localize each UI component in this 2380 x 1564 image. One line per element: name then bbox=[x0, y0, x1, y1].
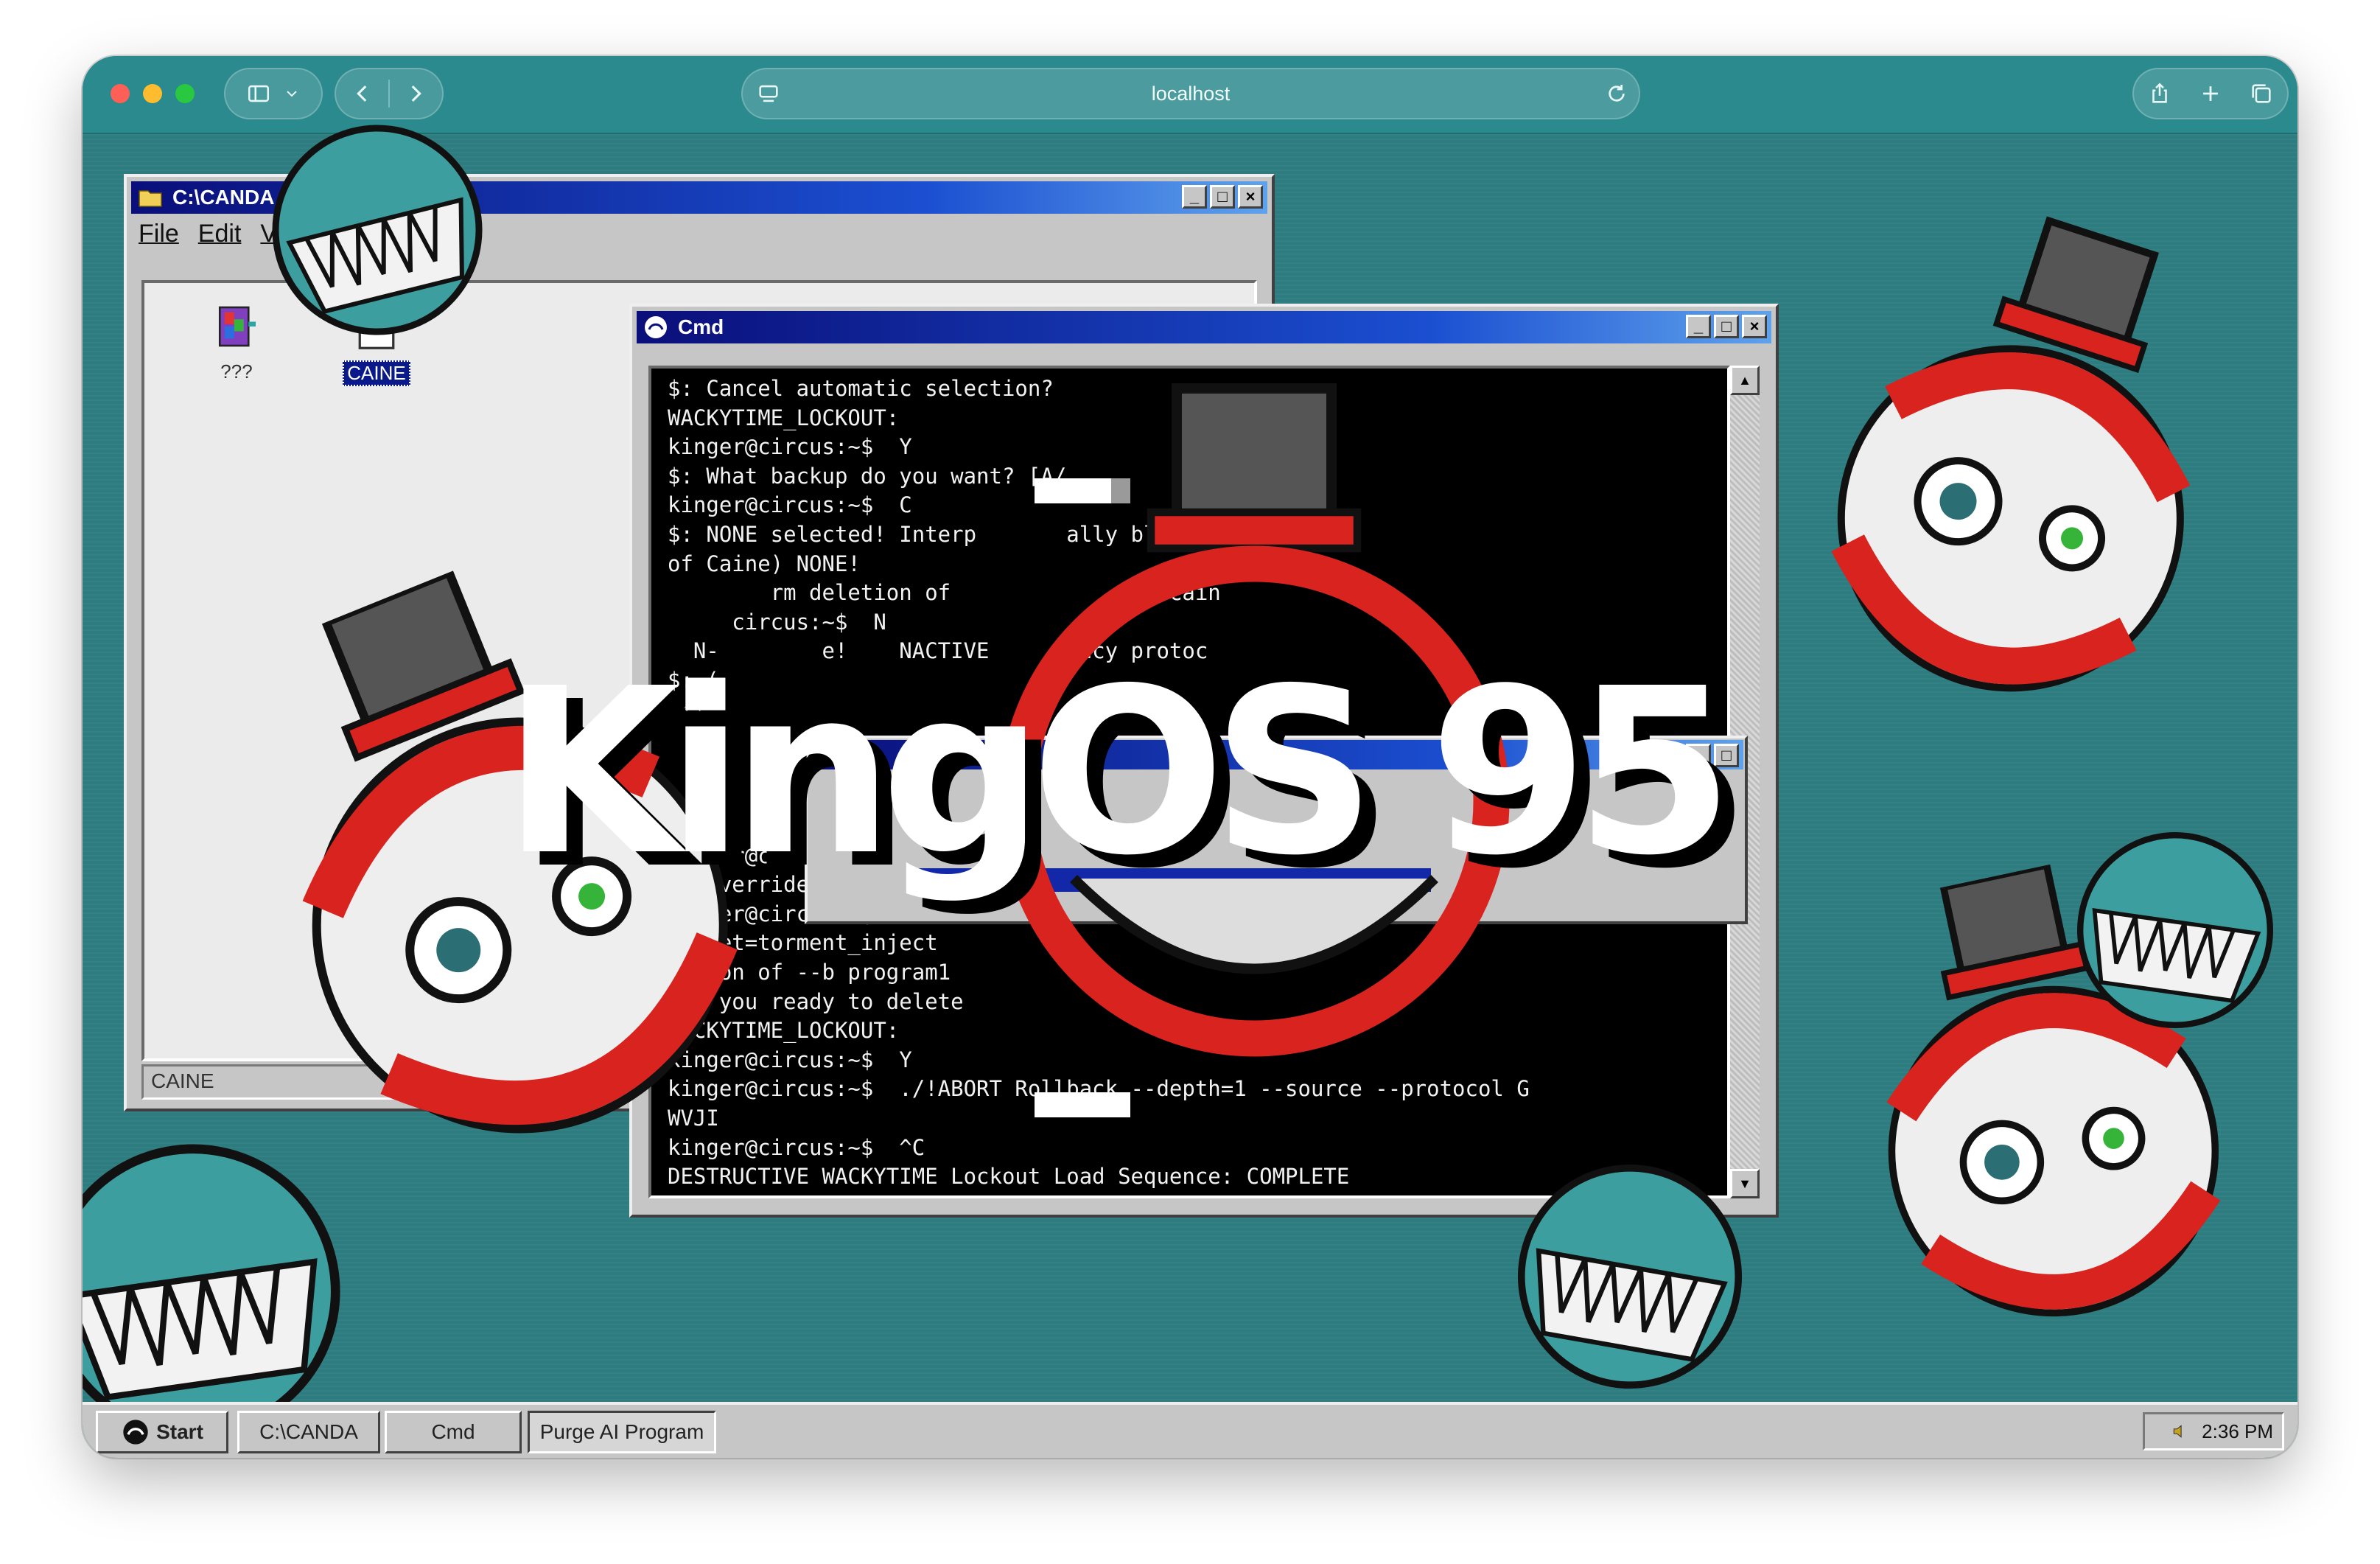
maximize-button[interactable]: □ bbox=[1210, 185, 1235, 209]
explorer-menubar: File Edit V bbox=[139, 220, 277, 248]
reload-icon[interactable] bbox=[1605, 82, 1628, 105]
taskbar-item-purge[interactable]: Purge AI Program bbox=[528, 1411, 716, 1453]
taskbar-item-label: Cmd bbox=[431, 1420, 475, 1443]
start-label: Start bbox=[156, 1420, 203, 1443]
address-bar[interactable]: localhost bbox=[741, 68, 1640, 119]
taskbar: Start C:\CANDA Cmd Purge AI Program 2:36… bbox=[83, 1402, 2297, 1458]
scroll-up-button[interactable]: ▲ bbox=[1730, 366, 1760, 395]
system-tray: 2:36 PM bbox=[2143, 1412, 2284, 1450]
desktop-icon-unknown[interactable]: ??? bbox=[189, 298, 284, 383]
speaker-icon[interactable] bbox=[2171, 1422, 2190, 1441]
minimize-window-button[interactable] bbox=[143, 84, 162, 103]
terminal-line: of Caine) NONE! bbox=[668, 551, 861, 576]
terminal-line: kinger@circus:~$ C bbox=[668, 492, 912, 518]
taskbar-item-label: C:\CANDA bbox=[259, 1420, 358, 1443]
status-text: CAINE bbox=[151, 1069, 214, 1092]
king-logo-icon bbox=[123, 1420, 148, 1445]
kingos-headline: KingOS 95 KingOS 95 bbox=[503, 659, 1750, 901]
close-button[interactable]: × bbox=[1238, 185, 1263, 209]
clock: 2:36 PM bbox=[2202, 1420, 2273, 1442]
url-text: localhost bbox=[1151, 83, 1231, 105]
start-button[interactable]: Start bbox=[96, 1411, 228, 1453]
tabs-icon[interactable] bbox=[2249, 81, 2274, 106]
maximize-button[interactable]: □ bbox=[1714, 315, 1739, 338]
chomper-mask-center-bottom bbox=[1518, 1165, 1742, 1389]
kinger-face-right-top bbox=[1831, 216, 2191, 692]
cmd-title: Cmd bbox=[678, 315, 724, 338]
sidebar-toggle-button[interactable] bbox=[224, 68, 323, 119]
taskbar-item-cmd[interactable]: Cmd bbox=[385, 1411, 522, 1453]
browser-window: localhost C:\CANDA _ □ × File Edit V ???… bbox=[83, 56, 2297, 1458]
terminal-line: circus:~$ N bbox=[668, 609, 886, 635]
terminal-line: WACKYTIME_LOCKOUT: bbox=[668, 405, 900, 430]
browser-actions bbox=[2132, 68, 2289, 119]
back-icon[interactable] bbox=[350, 81, 375, 106]
plus-icon[interactable] bbox=[2198, 81, 2223, 106]
minimize-button[interactable]: _ bbox=[1686, 315, 1711, 338]
chomper-mask-right bbox=[2077, 832, 2273, 1028]
icon-label: ??? bbox=[220, 360, 253, 383]
headline-text: KingOS 95 bbox=[503, 640, 1734, 906]
king-logo-icon bbox=[645, 316, 667, 338]
share-icon[interactable] bbox=[2147, 81, 2172, 106]
menu-file[interactable]: File bbox=[139, 220, 179, 248]
terminal-line: kinger@circus:~$ ^C bbox=[668, 1134, 925, 1160]
terminal-line: WVJI bbox=[668, 1106, 719, 1131]
forward-icon[interactable] bbox=[403, 81, 428, 106]
minimize-button[interactable]: _ bbox=[1182, 185, 1207, 209]
zoom-window-button[interactable] bbox=[175, 84, 195, 103]
taskbar-item-label: Purge AI Program bbox=[539, 1420, 704, 1443]
sidebar-icon bbox=[248, 85, 270, 102]
desktop: C:\CANDA _ □ × File Edit V ??? CAINE CAI… bbox=[83, 125, 2297, 1458]
lockout-progress-bottom bbox=[1035, 1092, 1130, 1117]
cmd-titlebar[interactable]: Cmd _ □ × bbox=[637, 311, 1771, 343]
program-icon bbox=[218, 306, 256, 347]
close-button[interactable]: × bbox=[1742, 315, 1767, 338]
icon-label-selected: CAINE bbox=[343, 360, 410, 386]
terminal-line: kinger@circus:~$ Y bbox=[668, 434, 912, 460]
taskbar-item-explorer[interactable]: C:\CANDA bbox=[237, 1411, 380, 1453]
terminal-line: DESTRUCTIVE WACKYTIME Lockout Load Seque… bbox=[668, 1164, 1350, 1190]
chevron-down-icon bbox=[287, 91, 297, 97]
folder-icon bbox=[139, 190, 162, 207]
close-window-button[interactable] bbox=[111, 84, 130, 103]
menu-edit[interactable]: Edit bbox=[198, 220, 242, 248]
